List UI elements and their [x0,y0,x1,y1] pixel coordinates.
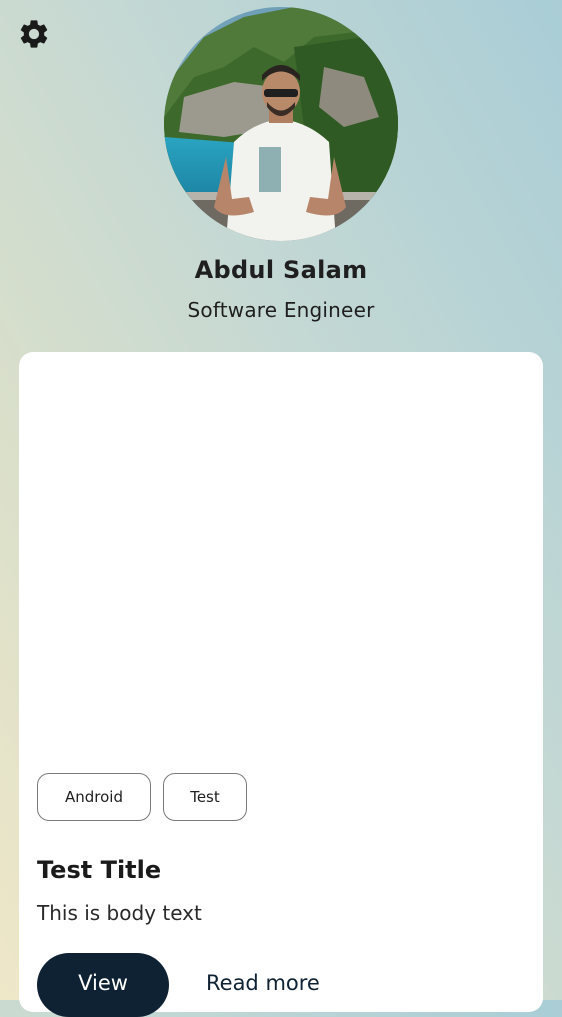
chip-group: Android Test [37,773,247,821]
view-button[interactable]: View [37,953,169,1017]
content-card: Android Test Test Title This is body tex… [19,352,543,1017]
gear-icon [20,20,48,48]
settings-button[interactable] [17,17,51,51]
chip-android[interactable]: Android [37,773,151,821]
card-title: Test Title [37,856,162,884]
card-body-text: This is body text [37,901,202,925]
avatar [164,7,398,241]
profile-role: Software Engineer [187,298,375,322]
profile-photo [164,7,398,241]
chip-test[interactable]: Test [163,773,247,821]
read-more-link[interactable]: Read more [206,971,320,995]
profile-name: Abdul Salam [194,256,368,284]
